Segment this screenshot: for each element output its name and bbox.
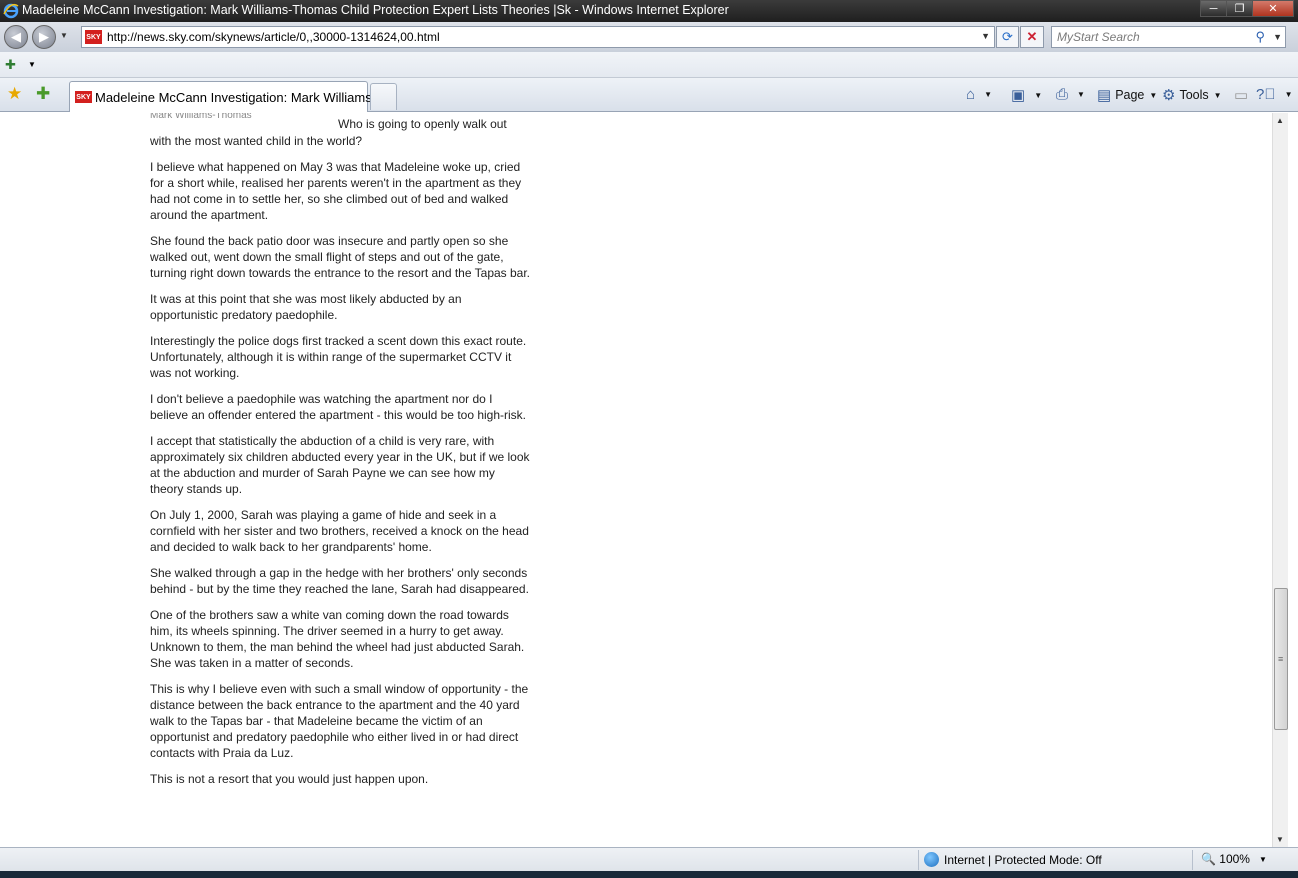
page-icon: ▤ bbox=[1097, 87, 1112, 104]
status-separator bbox=[1192, 850, 1193, 870]
refresh-icon: ⟳ bbox=[1002, 29, 1013, 44]
zoom-value: 100% bbox=[1219, 852, 1250, 866]
article-paragraph: One of the brothers saw a white van comi… bbox=[150, 608, 525, 670]
scrollbar-thumb[interactable]: ≡ bbox=[1274, 588, 1288, 730]
maximize-button[interactable]: ❐ bbox=[1226, 0, 1253, 17]
rss-feed-icon: ▣ bbox=[1011, 87, 1026, 104]
tools-menu-button[interactable]: ⚙ Tools ▼ bbox=[1162, 86, 1222, 104]
tab-favicon: SKY bbox=[75, 91, 92, 103]
page-content: Mark Williams-Thomas Who is going to ope… bbox=[0, 113, 1272, 847]
page-menu-label: Page bbox=[1115, 88, 1145, 102]
address-url[interactable]: http://news.sky.com/skynews/article/0,,3… bbox=[107, 30, 440, 44]
article-paragraph: She walked through a gap in the hedge wi… bbox=[150, 566, 529, 596]
article-paragraph: with the most wanted child in the world? bbox=[150, 134, 363, 148]
stop-button[interactable]: ✕ bbox=[1020, 26, 1044, 48]
photo-caption: Mark Williams-Thomas bbox=[150, 113, 252, 121]
article-paragraph: This is not a resort that you would just… bbox=[150, 772, 429, 786]
forward-arrow-icon: ▶ bbox=[39, 29, 49, 44]
security-zone[interactable]: Internet | Protected Mode: Off bbox=[924, 852, 1102, 867]
address-dropdown-icon[interactable]: ▼ bbox=[981, 31, 990, 41]
recent-pages-dropdown[interactable]: ▼ bbox=[60, 31, 68, 40]
article-paragraph: I believe what happened on May 3 was tha… bbox=[150, 160, 522, 222]
tab-label: Madeleine McCann Investigation: Mark Wil… bbox=[95, 90, 387, 105]
gear-icon: ⚙ bbox=[1162, 87, 1176, 104]
status-bar: Internet | Protected Mode: Off 🔍 100% ▼ bbox=[0, 847, 1298, 871]
taskbar bbox=[0, 871, 1298, 878]
search-icon[interactable]: ⚲ bbox=[1255, 29, 1265, 45]
pull-quote: Who is going to openly walk out bbox=[338, 117, 507, 131]
page-menu-button[interactable]: ▤ Page ▼ bbox=[1097, 86, 1157, 104]
feeds-dropdown-icon[interactable]: ▼ bbox=[1034, 91, 1042, 100]
link-toolbar: ✚ ▼ bbox=[0, 52, 1298, 78]
toolbar-add-on-icon[interactable]: ✚ bbox=[5, 57, 21, 73]
scroll-up-arrow-icon[interactable]: ▲ bbox=[1276, 116, 1284, 125]
help-button[interactable]: ?⃝ ▼ bbox=[1256, 86, 1293, 103]
close-button[interactable]: ✕ bbox=[1252, 0, 1294, 17]
zoom-dropdown-icon[interactable]: ▼ bbox=[1259, 855, 1267, 864]
article-paragraph: She found the back patio door was insecu… bbox=[150, 234, 531, 280]
internet-explorer-icon bbox=[3, 3, 19, 19]
home-button[interactable]: ⌂ ▼ bbox=[966, 86, 992, 103]
address-bar[interactable]: SKY http://news.sky.com/skynews/article/… bbox=[81, 26, 995, 48]
status-separator bbox=[918, 850, 919, 870]
globe-icon bbox=[924, 852, 939, 867]
tools-dropdown-icon: ▼ bbox=[1213, 90, 1222, 100]
toolbar-add-on-dropdown-icon[interactable]: ▼ bbox=[28, 60, 36, 69]
forward-button[interactable]: ▶ bbox=[32, 25, 56, 49]
help-dropdown-icon[interactable]: ▼ bbox=[1285, 90, 1293, 99]
printer-icon: ⎙ bbox=[1056, 86, 1069, 103]
security-zone-label: Internet | Protected Mode: Off bbox=[944, 852, 1102, 867]
home-dropdown-icon[interactable]: ▼ bbox=[984, 90, 992, 99]
add-favorites-icon[interactable]: ✚ bbox=[36, 84, 50, 104]
back-button[interactable]: ◀ bbox=[4, 25, 28, 49]
new-tab-button[interactable] bbox=[370, 83, 397, 110]
research-icon: ▭ bbox=[1234, 87, 1249, 104]
refresh-button[interactable]: ⟳ bbox=[996, 26, 1019, 48]
article-paragraph: On July 1, 2000, Sarah was playing a gam… bbox=[150, 508, 529, 554]
feeds-button[interactable]: ▣ ▼ bbox=[1011, 86, 1042, 104]
article-paragraph: It was at this point that she was most l… bbox=[150, 292, 462, 322]
article-paragraph: I accept that statistically the abductio… bbox=[150, 434, 530, 496]
help-icon: ?⃝ bbox=[1256, 86, 1276, 103]
print-button[interactable]: ⎙ ▼ bbox=[1056, 86, 1085, 103]
site-favicon: SKY bbox=[85, 30, 102, 44]
home-icon: ⌂ bbox=[966, 86, 976, 103]
scrollbar-grip-icon: ≡ bbox=[1278, 654, 1284, 664]
stop-icon: ✕ bbox=[1026, 29, 1038, 44]
article-paragraph: This is why I believe even with such a s… bbox=[150, 682, 529, 760]
tab-active[interactable]: SKY Madeleine McCann Investigation: Mark… bbox=[69, 81, 387, 112]
back-arrow-icon: ◀ bbox=[11, 29, 21, 44]
article-paragraph: Interestingly the police dogs first trac… bbox=[150, 334, 527, 380]
tab-bar: ★ ✚ SKY Madeleine McCann Investigation: … bbox=[0, 78, 1298, 112]
search-input[interactable]: MyStart Search bbox=[1057, 30, 1140, 44]
print-dropdown-icon[interactable]: ▼ bbox=[1077, 90, 1085, 99]
navigation-bar: ◀ ▶ ▼ SKY http://news.sky.com/skynews/ar… bbox=[0, 22, 1298, 52]
search-box[interactable]: MyStart Search ⚲ ▼ bbox=[1051, 26, 1286, 48]
zoom-level[interactable]: 🔍 100% bbox=[1201, 852, 1250, 866]
research-button[interactable]: ▭ bbox=[1234, 86, 1252, 104]
minimize-button[interactable]: ─ bbox=[1200, 0, 1227, 17]
search-options-dropdown-icon[interactable]: ▼ bbox=[1273, 32, 1282, 42]
article-body: with the most wanted child in the world?… bbox=[150, 133, 530, 797]
tools-menu-label: Tools bbox=[1179, 88, 1209, 102]
window-border bbox=[1288, 113, 1298, 847]
window-title: Madeleine McCann Investigation: Mark Wil… bbox=[22, 3, 729, 17]
article-paragraph: I don't believe a paedophile was watchin… bbox=[150, 392, 527, 422]
scroll-down-arrow-icon[interactable]: ▼ bbox=[1276, 835, 1284, 844]
title-bar: Madeleine McCann Investigation: Mark Wil… bbox=[0, 0, 1298, 22]
favorites-star-icon[interactable]: ★ bbox=[7, 84, 22, 104]
page-dropdown-icon: ▼ bbox=[1149, 90, 1158, 100]
vertical-scrollbar[interactable]: ▲ ≡ ▼ bbox=[1272, 113, 1288, 847]
